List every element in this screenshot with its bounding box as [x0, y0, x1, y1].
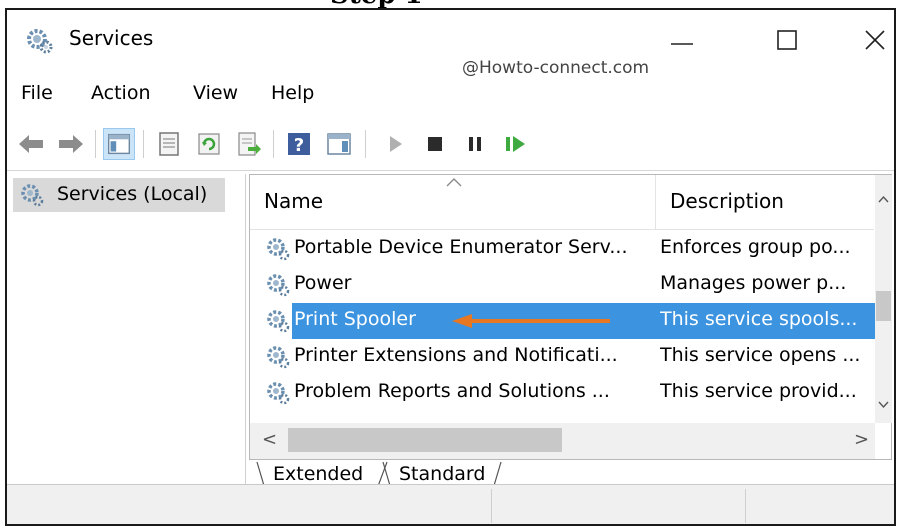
page-header-text: Step 1 — [330, 0, 423, 8]
title-bar: Services @Howto-connect.com — [7, 10, 895, 78]
window-title: Services — [69, 26, 154, 50]
service-gear-icon — [267, 238, 290, 261]
back-icon[interactable] — [15, 128, 47, 160]
page-header-strip: Step 1 — [0, 0, 903, 8]
service-gear-icon — [267, 346, 290, 369]
tree-item-services-local[interactable]: Services (Local) — [13, 178, 225, 212]
service-description: Manages power p... — [660, 272, 847, 294]
menu-help[interactable]: Help — [271, 82, 314, 104]
menu-bar: File Action View Help — [7, 78, 607, 108]
toolbar-separator — [273, 130, 274, 158]
menu-view[interactable]: View — [193, 82, 238, 104]
properties-icon[interactable] — [153, 128, 185, 160]
services-gear-icon — [27, 29, 53, 54]
table-row-selected[interactable]: Print Spooler This service spools... — [250, 303, 876, 339]
console-tree: Services (Local) — [7, 174, 246, 484]
services-list: Name Description Portable Device Enumera… — [249, 174, 892, 460]
table-row[interactable]: Printer Extensions and Notificati... Thi… — [250, 339, 876, 375]
table-row[interactable]: Portable Device Enumerator Serv... Enfor… — [250, 231, 876, 267]
menu-action[interactable]: Action — [91, 82, 151, 104]
start-service-icon[interactable] — [379, 128, 411, 160]
vertical-scrollbar[interactable] — [875, 175, 892, 423]
sort-ascending-icon — [446, 178, 462, 187]
column-description-label: Description — [670, 189, 784, 213]
status-divider — [745, 489, 746, 523]
watermark-text: @Howto-connect.com — [462, 58, 650, 78]
stop-service-icon[interactable] — [419, 128, 451, 160]
service-gear-icon — [267, 310, 290, 333]
status-divider — [491, 489, 492, 523]
services-list-pane: Name Description Portable Device Enumera… — [249, 174, 894, 490]
scroll-left-icon[interactable]: < — [262, 429, 277, 450]
column-header-description[interactable]: Description — [656, 175, 874, 230]
minimize-button[interactable] — [662, 24, 702, 58]
svg-text:?: ? — [294, 135, 304, 156]
scroll-down-icon[interactable] — [878, 401, 889, 409]
toolbar-separator — [95, 130, 96, 158]
service-name: Printer Extensions and Notificati... — [294, 344, 618, 366]
help-icon[interactable]: ? — [283, 128, 315, 160]
refresh-icon[interactable] — [193, 128, 225, 160]
service-name: Problem Reports and Solutions ... — [294, 380, 610, 402]
horizontal-scrollbar[interactable]: < > — [250, 423, 875, 459]
vertical-scroll-thumb[interactable] — [876, 291, 891, 321]
column-header-name[interactable]: Name — [250, 175, 656, 230]
toolbar-divider — [7, 170, 894, 171]
table-row[interactable]: Power Manages power p... — [250, 267, 876, 303]
services-window: Services @Howto-connect.com File Action … — [5, 8, 896, 526]
column-name-label: Name — [264, 189, 324, 213]
restart-service-icon[interactable] — [499, 128, 531, 160]
menu-file[interactable]: File — [21, 82, 53, 104]
services-gear-icon — [21, 184, 44, 207]
status-bar — [7, 484, 894, 524]
tree-item-label: Services (Local) — [57, 183, 208, 205]
service-description: This service opens ... — [660, 344, 861, 366]
forward-icon[interactable] — [55, 128, 87, 160]
scroll-up-icon[interactable] — [878, 195, 889, 203]
close-button[interactable] — [855, 24, 895, 58]
service-description: This service provid... — [660, 380, 857, 402]
service-description: This service spools... — [660, 308, 858, 330]
service-gear-icon — [267, 382, 290, 405]
export-list-icon[interactable] — [233, 128, 265, 160]
toolbar: ? — [7, 120, 894, 168]
pause-service-icon[interactable] — [459, 128, 491, 160]
toolbar-separator — [365, 130, 366, 158]
toolbar-separator — [143, 130, 144, 158]
horizontal-scroll-thumb[interactable] — [288, 428, 562, 452]
service-gear-icon — [267, 274, 290, 297]
service-name: Power — [294, 272, 352, 294]
service-name: Portable Device Enumerator Serv... — [294, 236, 628, 258]
show-hide-console-tree-icon[interactable] — [103, 128, 135, 160]
maximize-button[interactable] — [767, 24, 807, 58]
extended-view-icon[interactable] — [323, 128, 355, 160]
annotation-arrow-icon — [452, 314, 610, 328]
table-row[interactable]: Problem Reports and Solutions ... This s… — [250, 375, 876, 411]
service-description: Enforces group po... — [660, 236, 851, 258]
scroll-right-icon[interactable]: > — [854, 429, 869, 450]
